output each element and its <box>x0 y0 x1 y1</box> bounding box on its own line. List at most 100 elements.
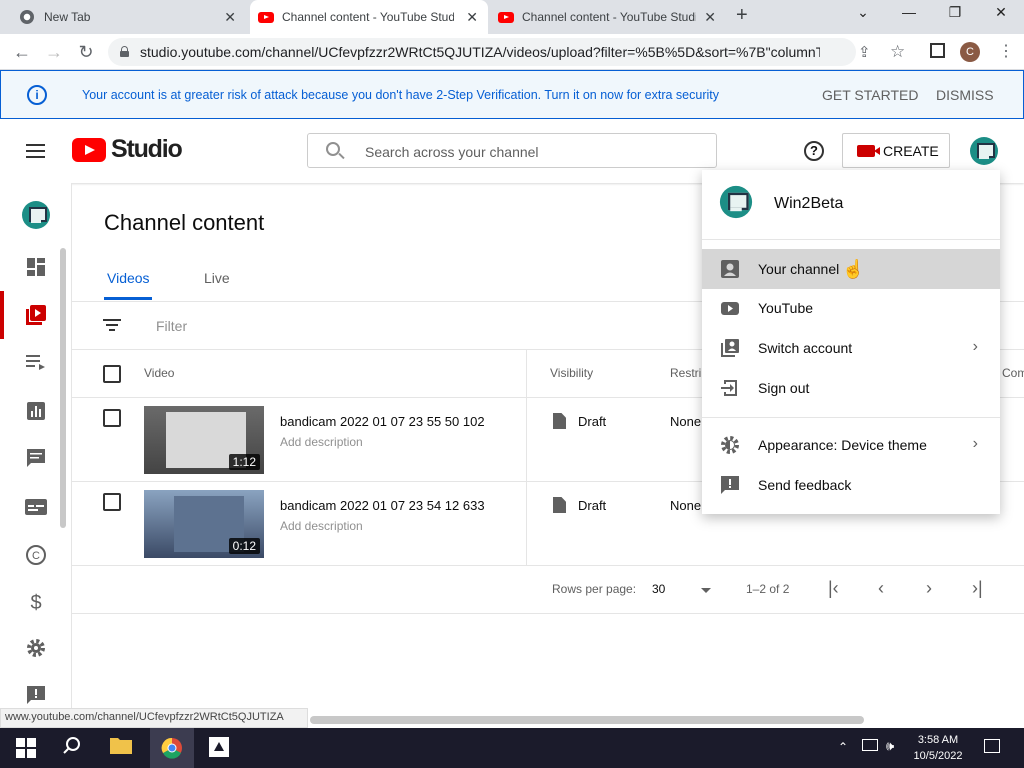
app-taskbar-icon[interactable] <box>208 736 232 760</box>
video-description[interactable]: Add description <box>280 435 363 449</box>
profile-avatar[interactable]: C <box>960 42 980 62</box>
reload-icon[interactable]: ↻ <box>74 42 98 63</box>
minimize-icon[interactable]: — <box>894 4 924 20</box>
analytics-icon[interactable] <box>24 399 48 423</box>
menu-item-appearance[interactable]: Appearance: Device theme › <box>702 425 1000 465</box>
close-tab-icon[interactable]: ✕ <box>704 9 716 26</box>
menu-item-label: Sign out <box>758 380 810 396</box>
next-page-icon[interactable]: › <box>926 578 932 599</box>
first-page-icon[interactable]: |‹ <box>828 578 839 599</box>
chrome-taskbar-button[interactable] <box>150 728 194 768</box>
more-menu-icon[interactable]: ⋮ <box>998 41 1014 61</box>
video-camera-icon <box>857 144 880 157</box>
search-icon[interactable] <box>62 736 86 760</box>
row-checkbox[interactable] <box>103 493 121 511</box>
last-page-icon[interactable]: ›| <box>972 578 983 599</box>
person-icon <box>721 260 739 278</box>
dismiss-button[interactable]: DISMISS <box>936 87 994 103</box>
subtitles-icon[interactable] <box>24 495 48 519</box>
get-started-button[interactable]: GET STARTED <box>822 87 918 103</box>
menu-item-your-channel[interactable]: Your channel ☝ <box>702 249 1000 289</box>
tab-channel-content[interactable]: Channel content - YouTube Studio ✕ <box>490 0 726 34</box>
new-tab-button[interactable]: + <box>736 4 748 27</box>
table-row[interactable]: 0:12 bandicam 2022 01 07 23 54 12 633 Ad… <box>72 482 702 566</box>
horizontal-scrollbar[interactable] <box>310 716 864 724</box>
close-tab-icon[interactable]: ✕ <box>466 9 478 26</box>
studio-logo-text[interactable]: Studio <box>111 135 183 164</box>
column-header-comments[interactable]: Com <box>1002 366 1024 380</box>
help-icon[interactable]: ? <box>804 141 824 161</box>
clock-date: 10/5/2022 <box>913 750 963 762</box>
system-clock[interactable]: 3:58 AM 10/5/2022 <box>906 732 970 764</box>
youtube-logo-icon[interactable] <box>72 138 106 162</box>
volume-icon[interactable]: 🕪 <box>886 738 894 754</box>
copyright-icon[interactable]: C <box>24 543 48 567</box>
rows-per-page-select[interactable]: 30 <box>652 582 665 596</box>
hand-cursor-icon: ☝ <box>842 259 865 279</box>
menu-item-youtube[interactable]: YouTube <box>702 288 1000 328</box>
visibility-value[interactable]: Draft <box>578 498 606 513</box>
channel-avatar[interactable] <box>22 201 50 229</box>
close-window-icon[interactable]: ✕ <box>986 4 1016 21</box>
divider <box>702 239 1000 240</box>
bookmark-star-icon[interactable]: ☆ <box>890 42 905 62</box>
hamburger-menu-icon[interactable] <box>26 144 45 158</box>
video-thumbnail[interactable]: 0:12 <box>144 490 264 558</box>
sidebar-scrollbar[interactable] <box>60 248 66 528</box>
filter-input[interactable]: Filter <box>156 318 187 334</box>
menu-item-sign-out[interactable]: Sign out <box>702 368 1000 408</box>
dropdown-arrow-icon[interactable] <box>701 588 711 593</box>
browser-tab-strip: New Tab ✕ Channel content - YouTube Stud… <box>0 0 1024 34</box>
settings-gear-icon[interactable] <box>24 636 48 660</box>
video-title[interactable]: bandicam 2022 01 07 23 54 12 633 <box>280 498 485 513</box>
tab-channel-content-active[interactable]: Channel content - YouTube Studio ✕ <box>250 0 488 34</box>
column-header-video[interactable]: Video <box>144 366 174 380</box>
search-box[interactable]: Search across your channel <box>307 133 717 168</box>
row-checkbox[interactable] <box>103 409 121 427</box>
create-button[interactable]: CREATE <box>842 133 950 168</box>
content-icon[interactable] <box>24 303 48 327</box>
account-avatar[interactable] <box>970 137 998 165</box>
menu-item-switch-account[interactable]: Switch account › <box>702 328 1000 368</box>
column-header-restrictions[interactable]: Restri <box>670 366 701 380</box>
playlists-icon[interactable] <box>24 350 48 374</box>
filter-icon[interactable] <box>103 319 121 332</box>
tab-new-tab[interactable]: New Tab ✕ <box>0 0 246 34</box>
monetization-icon[interactable]: $ <box>24 591 48 615</box>
side-panel-icon[interactable] <box>930 43 945 58</box>
video-duration: 0:12 <box>228 538 260 554</box>
youtube-favicon-icon <box>498 11 514 23</box>
dashboard-icon[interactable] <box>24 255 48 279</box>
info-icon: i <box>27 85 47 105</box>
file-explorer-icon[interactable] <box>110 736 134 760</box>
back-arrow-icon[interactable]: ← <box>10 42 34 63</box>
video-title[interactable]: bandicam 2022 01 07 23 55 50 102 <box>280 414 485 429</box>
tray-chevron-icon[interactable]: ⌃ <box>838 740 848 754</box>
close-tab-icon[interactable]: ✕ <box>224 9 236 26</box>
select-all-checkbox[interactable] <box>103 365 121 383</box>
feedback-icon[interactable] <box>24 683 48 707</box>
menu-item-label: YouTube <box>758 300 814 316</box>
tab-videos[interactable]: Videos <box>107 270 150 286</box>
tab-live[interactable]: Live <box>204 270 230 286</box>
notifications-icon[interactable] <box>984 739 1000 753</box>
restore-icon[interactable]: ❐ <box>940 4 970 21</box>
windows-start-icon[interactable] <box>14 736 38 760</box>
share-icon[interactable]: ⇪ <box>858 43 871 61</box>
forward-arrow-icon[interactable]: → <box>42 42 66 63</box>
account-menu: Win2Beta Your channel ☝ YouTube Switch a… <box>702 170 1000 514</box>
previous-page-icon[interactable]: ‹ <box>878 578 884 599</box>
visibility-value[interactable]: Draft <box>578 414 606 429</box>
search-input[interactable]: Search across your channel <box>365 144 539 160</box>
address-bar[interactable]: studio.youtube.com/channel/UCfevpfzzr2WR… <box>108 38 856 66</box>
menu-account-avatar <box>719 185 753 219</box>
network-icon[interactable] <box>862 739 878 751</box>
tab-search-chevron-icon[interactable]: ⌄ <box>848 4 878 21</box>
video-description[interactable]: Add description <box>280 519 363 533</box>
column-header-visibility[interactable]: Visibility <box>550 366 593 380</box>
menu-item-send-feedback[interactable]: Send feedback <box>702 465 1000 505</box>
youtube-favicon-icon <box>258 11 274 23</box>
video-thumbnail[interactable]: 1:12 <box>144 406 264 474</box>
table-row[interactable]: 1:12 bandicam 2022 01 07 23 55 50 102 Ad… <box>72 398 702 482</box>
comments-icon[interactable] <box>24 446 48 470</box>
